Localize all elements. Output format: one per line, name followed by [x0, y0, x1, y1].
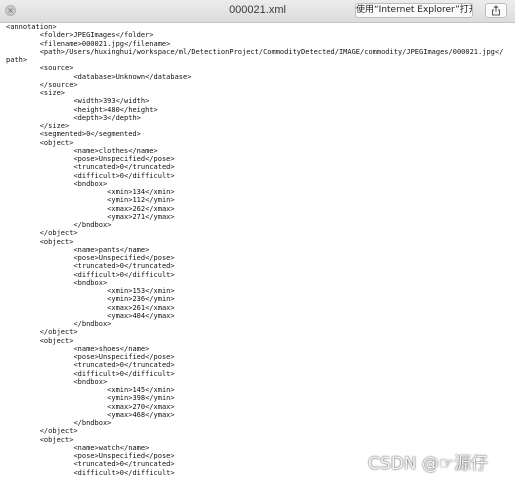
document-viewer[interactable]: <annotation> <folder>JPEGImages</folder>…	[0, 23, 515, 480]
code-line: <bndbox>	[6, 179, 108, 188]
code-line: <annotation>	[6, 23, 57, 31]
code-line: </size>	[6, 122, 70, 130]
code-line: <bndbox>	[6, 278, 108, 287]
watermark: CSDN @☞源仔	[368, 454, 489, 474]
code-line: <segmented>0</segmented>	[6, 130, 141, 139]
code-line: <filename>000021.jpg</filename>	[6, 39, 171, 48]
code-line: <name>pants</name>	[6, 245, 150, 254]
code-line: <truncated>0</truncated>	[6, 361, 175, 370]
code-line: <height>480</height>	[6, 105, 158, 114]
code-line: <object>	[6, 336, 74, 345]
code-line: <pose>Unspecified</pose>	[6, 254, 175, 262]
code-line: <ymax>468</ymax>	[6, 410, 175, 419]
code-line: <xmin>153</xmin>	[6, 287, 175, 295]
code-line: <name>clothes</name>	[6, 146, 158, 155]
code-line: <size>	[6, 89, 66, 97]
code-line: </bndbox>	[6, 221, 112, 229]
code-line: <difficult>0</difficult>	[6, 270, 175, 279]
code-line: <object>	[6, 435, 74, 444]
code-line: <truncated>0</truncated>	[6, 163, 175, 172]
code-line: <ymin>398</ymin>	[6, 394, 175, 403]
code-line: <object>	[6, 237, 74, 246]
code-line: <xmax>262</xmax>	[6, 204, 175, 213]
code-line: <xmin>134</xmin>	[6, 188, 175, 196]
window-title: 000021.xml	[229, 4, 286, 16]
open-with-button[interactable]: 使用“Internet Explorer”打开	[355, 3, 473, 18]
code-line: <ymin>112</ymin>	[6, 196, 175, 205]
share-icon	[492, 5, 500, 16]
code-line: <truncated>0</truncated>	[6, 262, 175, 271]
code-line: </bndbox>	[6, 419, 112, 427]
code-line: <ymax>271</ymax>	[6, 212, 175, 221]
code-line: <folder>JPEGImages</folder>	[6, 31, 154, 40]
code-line: <width>393</width>	[6, 97, 150, 106]
close-icon[interactable]: ×	[5, 5, 16, 16]
code-line: <ymin>236</ymin>	[6, 295, 175, 304]
code-line: <ymax>404</ymax>	[6, 311, 175, 320]
code-line: <difficult>0</difficult>	[6, 171, 175, 180]
xml-source: <annotation> <folder>JPEGImages</folder>…	[6, 23, 506, 477]
code-line: <difficult>0</difficult>	[6, 369, 175, 378]
code-line: <database>Unknown</database>	[6, 72, 192, 81]
code-line: <name>shoes</name>	[6, 344, 150, 353]
code-line: <object>	[6, 138, 74, 147]
code-line: </bndbox>	[6, 320, 112, 328]
code-line: <depth>3</depth>	[6, 113, 141, 122]
code-line: <xmax>261</xmax>	[6, 303, 175, 312]
code-line: <path>/Users/huxinghui/workspace/ml/Dete…	[6, 47, 504, 64]
code-line: </object>	[6, 328, 78, 337]
code-line: </object>	[6, 229, 78, 238]
code-line: </source>	[6, 80, 78, 89]
code-line: <pose>Unspecified</pose>	[6, 155, 175, 163]
code-line: <pose>Unspecified</pose>	[6, 353, 175, 361]
code-line: <xmax>270</xmax>	[6, 402, 175, 411]
title-bar: × 000021.xml 使用“Internet Explorer”打开	[0, 0, 515, 23]
code-line: <source>	[6, 64, 74, 73]
code-line: </object>	[6, 427, 78, 436]
share-button[interactable]	[485, 3, 507, 18]
code-line: <bndbox>	[6, 377, 108, 386]
code-line: <xmin>145</xmin>	[6, 386, 175, 394]
